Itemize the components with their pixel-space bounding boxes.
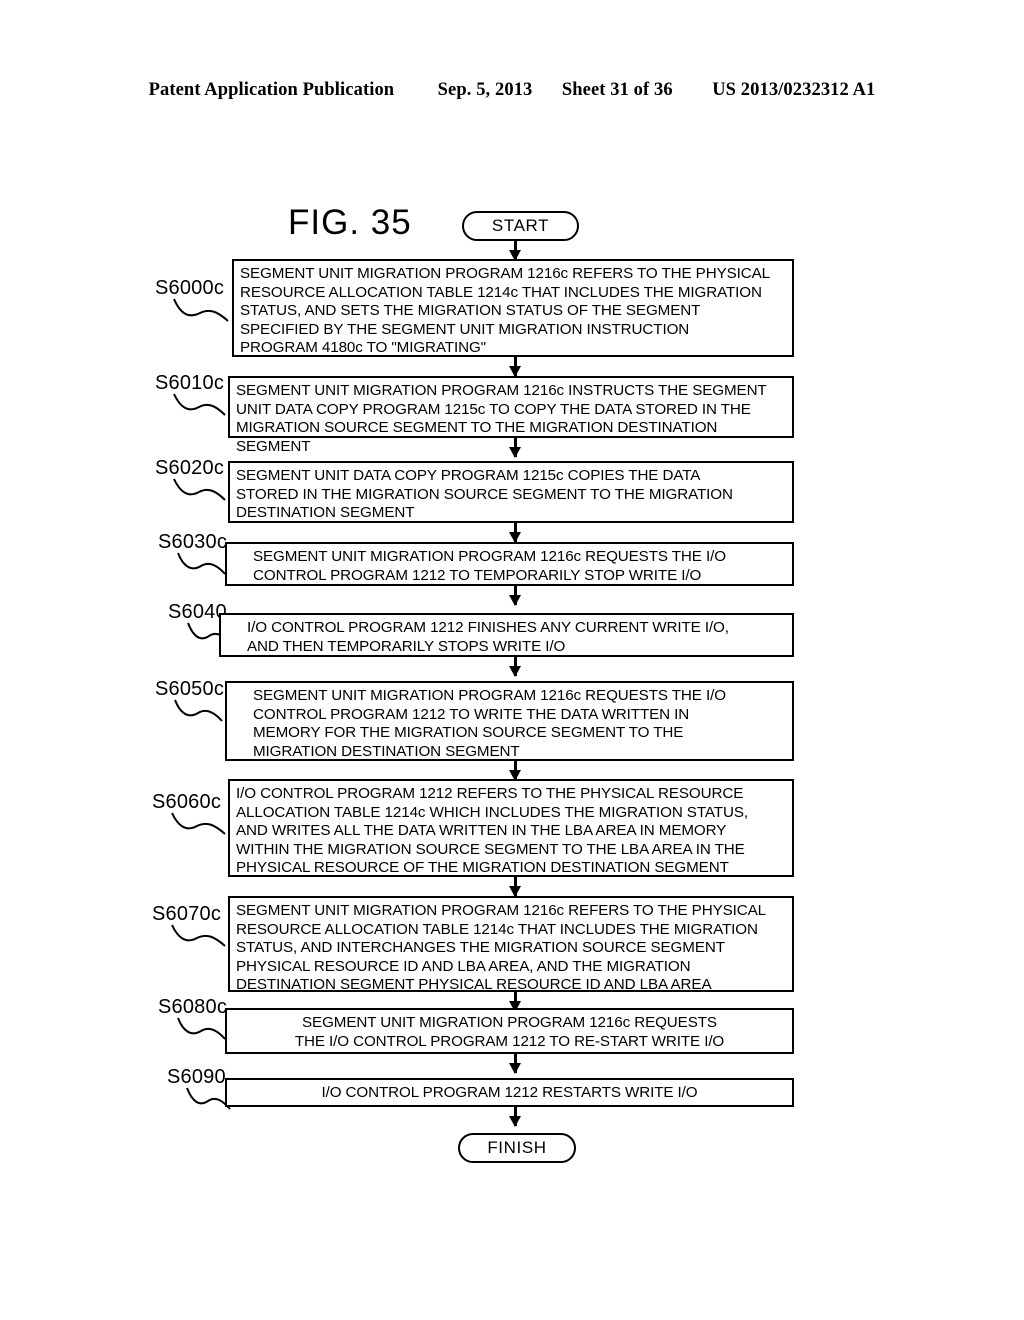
- flowchart: START S6000c SEGMENT UNIT MIGRATION PROG…: [0, 0, 1024, 1320]
- step-label-s6000c: S6000c: [155, 277, 225, 299]
- connector-arrow-3: [509, 523, 520, 543]
- step-box-s6030c: SEGMENT UNIT MIGRATION PROGRAM 1216c REQ…: [225, 542, 794, 586]
- leader-line-s6080c: [177, 1017, 226, 1040]
- leader-line-s6010c: [173, 393, 226, 416]
- leader-line-s6070c: [171, 924, 226, 947]
- step-label-s6010c: S6010c: [155, 372, 225, 394]
- leader-line-s6020c: [173, 478, 226, 501]
- step-label-s6080c: S6080c: [158, 996, 228, 1018]
- step-box-s6050c: SEGMENT UNIT MIGRATION PROGRAM 1216c REQ…: [225, 681, 794, 761]
- step-label-s6070c: S6070c: [152, 903, 222, 925]
- start-terminator: START: [462, 211, 579, 241]
- leader-line-s6050c: [174, 699, 223, 722]
- connector-arrow-9: [509, 1054, 520, 1074]
- step-label-s6030c: S6030c: [158, 531, 228, 553]
- connector-arrow-2: [509, 438, 520, 458]
- connector-arrow-1: [509, 357, 520, 377]
- connector-arrow-6: [509, 761, 520, 781]
- step-label-s6020c: S6020c: [155, 457, 225, 479]
- step-box-s6090: I/O CONTROL PROGRAM 1212 RESTARTS WRITE …: [225, 1078, 794, 1107]
- step-label-s6090: S6090: [167, 1066, 226, 1088]
- leader-line-s6030c: [177, 552, 226, 575]
- leader-line-s6000c: [173, 298, 229, 322]
- connector-arrow-10: [509, 1107, 520, 1127]
- step-box-s6040: I/O CONTROL PROGRAM 1212 FINISHES ANY CU…: [219, 613, 794, 657]
- step-box-s6060c: I/O CONTROL PROGRAM 1212 REFERS TO THE P…: [228, 779, 794, 877]
- step-box-s6020c: SEGMENT UNIT DATA COPY PROGRAM 1215c COP…: [228, 461, 794, 523]
- leader-line-s6060c: [171, 812, 226, 835]
- finish-terminator: FINISH: [458, 1133, 576, 1163]
- step-box-s6070c: SEGMENT UNIT MIGRATION PROGRAM 1216c REF…: [228, 896, 794, 993]
- step-label-s6050c: S6050c: [155, 678, 225, 700]
- connector-arrow-start: [509, 241, 520, 261]
- step-box-s6000c: SEGMENT UNIT MIGRATION PROGRAM 1216c REF…: [232, 259, 794, 357]
- step-label-s6060c: S6060c: [152, 791, 222, 813]
- start-label: START: [491, 216, 550, 235]
- step-box-s6010c: SEGMENT UNIT MIGRATION PROGRAM 1216c INS…: [228, 376, 794, 455]
- connector-arrow-5: [509, 657, 520, 677]
- connector-arrow-4: [509, 586, 520, 606]
- connector-arrow-7: [509, 877, 520, 897]
- step-box-s6080c: SEGMENT UNIT MIGRATION PROGRAM 1216c REQ…: [225, 1008, 794, 1054]
- finish-label: FINISH: [487, 1138, 547, 1157]
